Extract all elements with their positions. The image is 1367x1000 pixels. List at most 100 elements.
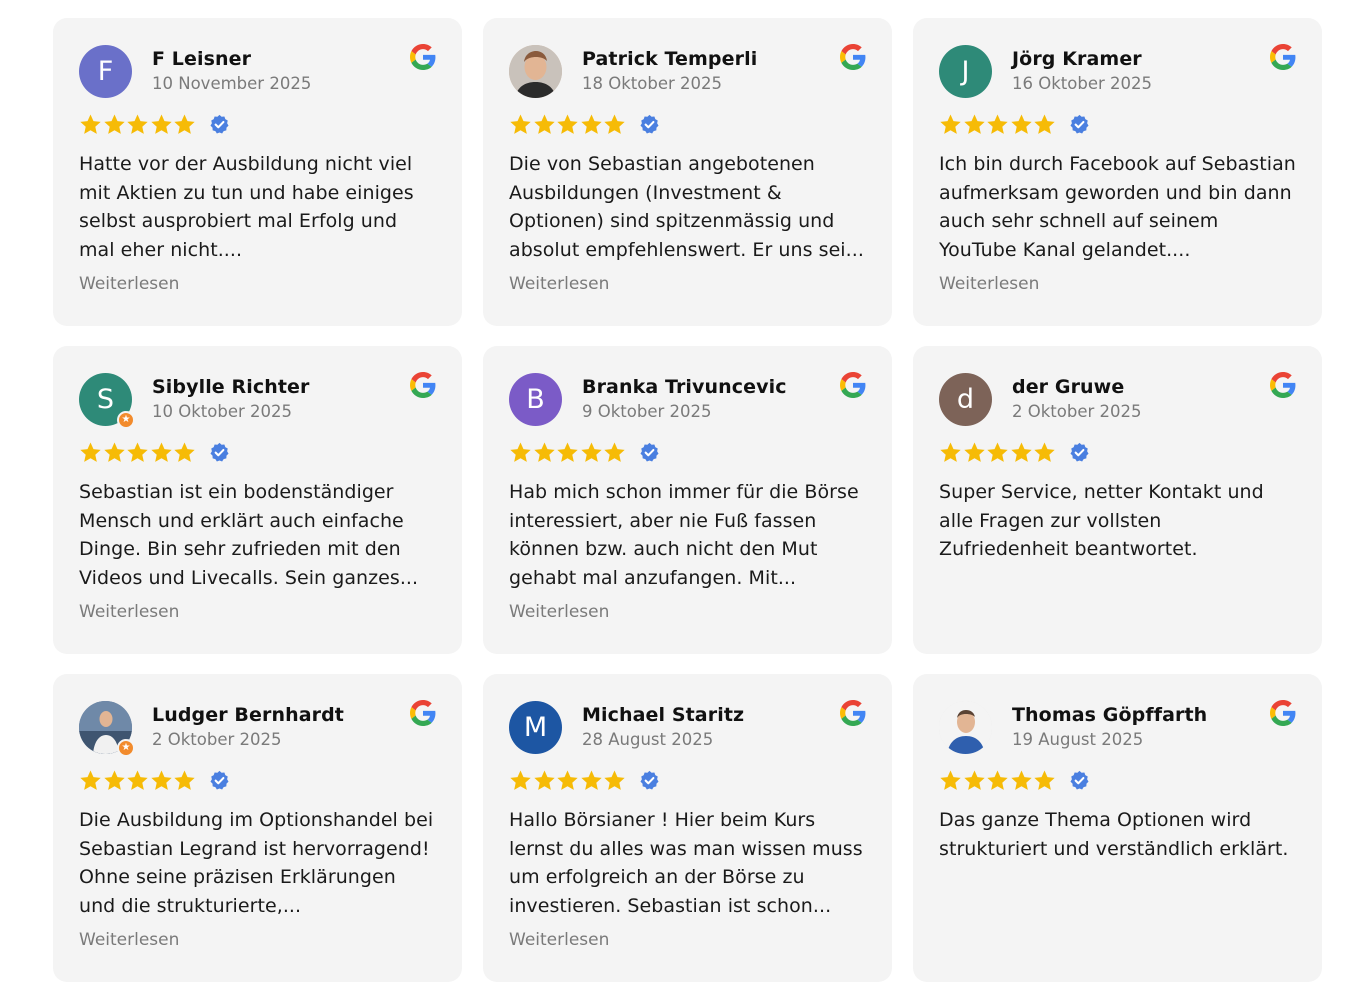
star-icon [510, 442, 531, 462]
review-card-1: F F Leisner 10 November 2025 Hatte vor d… [53, 18, 462, 326]
reviewer-name: der Gruwe [1012, 376, 1125, 398]
read-more-link[interactable]: Weiterlesen [509, 274, 609, 294]
google-icon [1270, 44, 1296, 70]
review-card-7: ★ Ludger Bernhardt 2 Oktober 2025 Die Au… [53, 674, 462, 982]
star-icon [174, 442, 195, 462]
star-icon [103, 770, 125, 790]
reviewer-name: Branka Trivuncevic [582, 376, 787, 398]
reviewer-info: Sibylle Richter 10 Oktober 2025 [152, 375, 309, 423]
review-date: 10 Oktober 2025 [152, 402, 292, 421]
avatar-image: M [509, 700, 562, 754]
star-icon [1010, 442, 1032, 462]
review-date: 10 November 2025 [152, 74, 312, 93]
review-date: 16 Oktober 2025 [1012, 74, 1152, 93]
review-text: Hatte vor der Ausbildung nicht viel mit … [79, 153, 414, 261]
reviewer-name: Michael Staritz [582, 704, 745, 726]
star-icon [940, 442, 961, 462]
star-icon [557, 114, 578, 134]
review-header: J Jörg Kramer 16 Oktober 2025 [939, 44, 1296, 98]
google-icon [410, 372, 436, 398]
local-guide-badge-icon: ★ [117, 738, 135, 757]
avatar: M [509, 700, 562, 754]
read-more-link[interactable]: Weiterlesen [939, 274, 1039, 294]
rating-stars [939, 439, 1296, 465]
star-icon [1010, 114, 1032, 134]
review-text: Die Ausbildung im Optionshandel bei Seba… [79, 809, 434, 917]
star-icon [150, 442, 172, 462]
review-card-6: d der Gruwe 2 Oktober 2025 Super Service… [913, 346, 1322, 654]
review-header: Patrick Temperli 18 Oktober 2025 [509, 44, 866, 98]
review-text: Die von Sebastian angebotenen Ausbildung… [509, 153, 864, 261]
star-icon [963, 442, 985, 462]
rating-stars [509, 767, 866, 793]
verified-badge-icon [1069, 114, 1089, 134]
review-text: Super Service, netter Kontakt und alle F… [939, 481, 1264, 561]
avatar: F [79, 44, 132, 98]
star-icon [533, 114, 555, 134]
reviewer-info: F Leisner 10 November 2025 [152, 47, 311, 95]
avatar-image [939, 700, 992, 754]
verified-badge-icon [639, 770, 659, 790]
avatar: B [509, 372, 562, 426]
rating-stars [939, 111, 1296, 137]
local-guide-badge-icon: ★ [117, 410, 135, 429]
review-text: Ich bin durch Facebook auf Sebastian auf… [939, 153, 1296, 261]
star-icon [174, 770, 195, 790]
review-header: F F Leisner 10 November 2025 [79, 44, 436, 98]
reviews-grid: F F Leisner 10 November 2025 Hatte vor d… [53, 18, 1322, 982]
review-date: 18 Oktober 2025 [582, 74, 722, 93]
read-more-link[interactable]: Weiterlesen [79, 274, 179, 294]
avatar-initial: S [96, 383, 115, 415]
star-icon [127, 442, 148, 462]
google-icon [840, 44, 866, 70]
review-text: Hallo Börsianer ! Hier beim Kurs lernst … [509, 809, 863, 917]
reviewer-info: Michael Staritz 28 August 2025 [582, 703, 744, 751]
verified-badge-icon [1069, 442, 1089, 462]
review-date: 2 Oktober 2025 [1012, 402, 1142, 421]
star-icon [80, 442, 101, 462]
star-icon [1010, 770, 1032, 790]
review-date: 19 August 2025 [1012, 730, 1144, 749]
reviewer-info: Ludger Bernhardt 2 Oktober 2025 [152, 703, 344, 751]
verified-badge-icon [639, 114, 659, 134]
google-icon [840, 700, 866, 726]
avatar: d [939, 372, 992, 426]
review-header: M Michael Staritz 28 August 2025 [509, 700, 866, 754]
rating-stars [79, 767, 436, 793]
google-icon [1270, 372, 1296, 398]
review-card-9: Thomas Göpffarth 19 August 2025 Das ganz… [913, 674, 1322, 982]
read-more-link[interactable]: Weiterlesen [509, 930, 609, 950]
read-more-link[interactable]: Weiterlesen [509, 602, 609, 622]
verified-badge-icon [1069, 770, 1089, 790]
review-card-5: B Branka Trivuncevic 9 Oktober 2025 Hab … [483, 346, 892, 654]
google-icon [410, 44, 436, 70]
avatar-image: B [509, 372, 562, 426]
review-header: B Branka Trivuncevic 9 Oktober 2025 [509, 372, 866, 426]
verified-badge-icon [209, 442, 229, 462]
avatar: ★ [79, 700, 135, 757]
review-header: d der Gruwe 2 Oktober 2025 [939, 372, 1296, 426]
reviewer-info: Thomas Göpffarth 19 August 2025 [1012, 703, 1207, 751]
reviewer-info: Patrick Temperli 18 Oktober 2025 [582, 47, 757, 95]
reviewer-info: der Gruwe 2 Oktober 2025 [1012, 375, 1142, 423]
avatar-initial: F [97, 55, 114, 87]
reviewer-name: Jörg Kramer [1012, 48, 1142, 70]
rating-stars [939, 767, 1296, 793]
review-text: Hab mich schon immer für die Börse inter… [509, 481, 859, 589]
star-icon [533, 770, 555, 790]
star-icon [963, 114, 985, 134]
review-header: ★ Ludger Bernhardt 2 Oktober 2025 [79, 700, 436, 757]
star-icon [80, 770, 101, 790]
star-icon [150, 770, 172, 790]
review-card-8: M Michael Staritz 28 August 2025 Hallo B… [483, 674, 892, 982]
avatar-initial: M [523, 711, 548, 743]
review-card-3: J Jörg Kramer 16 Oktober 2025 Ich bin du… [913, 18, 1322, 326]
review-header: Thomas Göpffarth 19 August 2025 [939, 700, 1296, 754]
read-more-link[interactable]: Weiterlesen [79, 602, 179, 622]
reviewer-info: Jörg Kramer 16 Oktober 2025 [1012, 47, 1152, 95]
review-text: Das ganze Thema Optionen wird strukturie… [939, 809, 1289, 860]
star-icon [557, 442, 578, 462]
star-icon [1034, 442, 1055, 462]
star-icon [533, 442, 555, 462]
read-more-link[interactable]: Weiterlesen [79, 930, 179, 950]
